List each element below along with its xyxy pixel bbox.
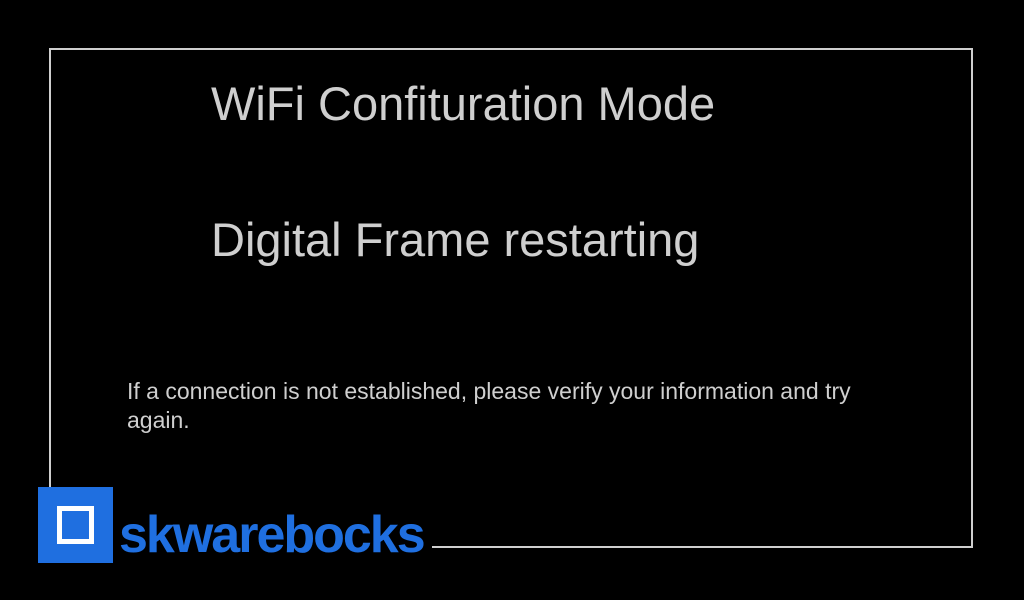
screen-title: WiFi Confituration Mode bbox=[211, 77, 716, 130]
brand-logo: skwarebocks bbox=[38, 487, 432, 563]
logo-inner-square bbox=[57, 506, 94, 544]
status-message: Digital Frame restarting bbox=[211, 213, 700, 266]
square-logo-icon bbox=[38, 487, 113, 563]
brand-name: skwarebocks bbox=[119, 506, 426, 564]
connection-note: If a connection is not established, plea… bbox=[127, 378, 851, 433]
wifi-config-screen: WiFi Confituration Mode Digital Frame re… bbox=[0, 0, 1024, 600]
